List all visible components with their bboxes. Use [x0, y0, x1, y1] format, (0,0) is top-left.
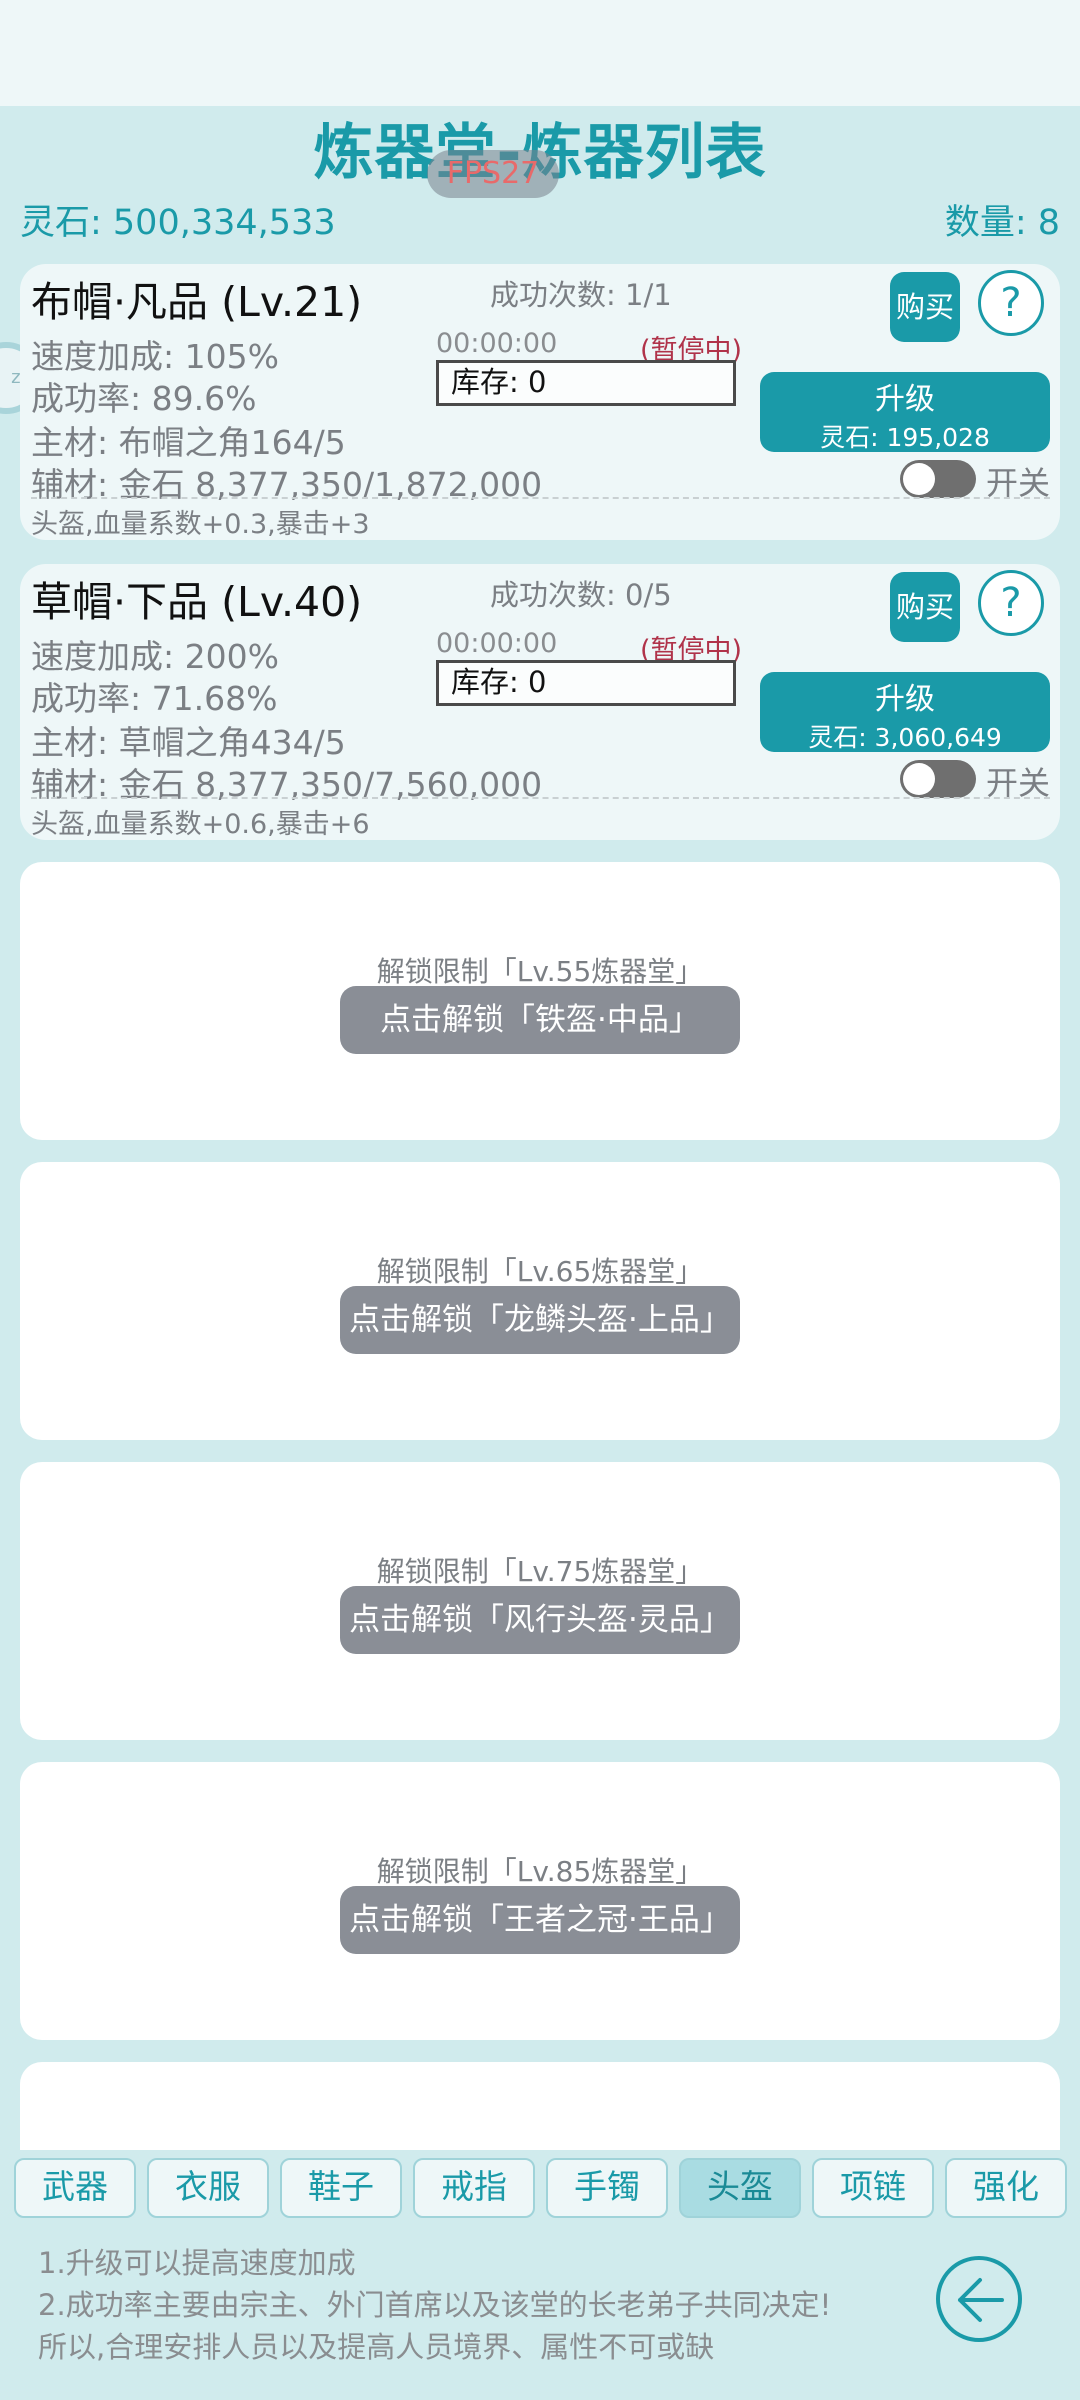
- upgrade-label: 升级: [875, 382, 935, 417]
- arrow-left-circle-icon: [958, 2278, 1004, 2322]
- stock-field: 库存: 0: [436, 360, 736, 406]
- forge-item-card: 布帽·凡品 (Lv.21) 成功次数: 1/1 速度加成: 105% 成功率: …: [20, 264, 1060, 540]
- tab-necklace[interactable]: 项链: [812, 2158, 934, 2218]
- tip-line: 1.升级可以提高速度加成: [38, 2246, 356, 2280]
- spirit-stone-balance: 灵石: 500,334,533: [20, 203, 336, 243]
- tab-shoes[interactable]: 鞋子: [280, 2158, 402, 2218]
- tab-bracelet[interactable]: 手镯: [546, 2158, 668, 2218]
- tips-text: 1.升级可以提高速度加成 2.成功率主要由宗主、外门首席以及该堂的长老弟子共同决…: [38, 2242, 831, 2368]
- success-count: 成功次数: 1/1: [490, 278, 672, 312]
- tip-line: 所以,合理安排人员以及提高人员境界、属性不可或缺: [38, 2330, 715, 2364]
- unlock-requirement: 解锁限制「Lv.75炼器堂」: [376, 1555, 704, 1588]
- unlock-requirement: 解锁限制「Lv.85炼器堂」: [376, 1855, 704, 1888]
- unlock-button[interactable]: 点击解锁「铁盔·中品」: [340, 986, 740, 1054]
- back-button[interactable]: [936, 2256, 1022, 2342]
- fps-badge: FPS27: [427, 150, 559, 198]
- auto-toggle[interactable]: [900, 760, 976, 798]
- locked-item-card: 解锁限制「Lv.55炼器堂」 点击解锁「铁盔·中品」: [20, 862, 1060, 1140]
- tab-helmet[interactable]: 头盔: [679, 2158, 801, 2218]
- upgrade-button[interactable]: 升级 灵石: 195,028: [760, 372, 1050, 452]
- item-effect: 头盔,血量系数+0.6,暴击+6: [31, 809, 370, 840]
- tab-ring[interactable]: 戒指: [413, 2158, 535, 2218]
- question-circle-icon[interactable]: ?: [978, 570, 1044, 636]
- locked-item-card: 解锁限制「Lv.65炼器堂」 点击解锁「龙鳞头盔·上品」: [20, 1162, 1060, 1440]
- item-name: 布帽·凡品 (Lv.21): [31, 278, 363, 326]
- upgrade-cost: 灵石: 195,028: [820, 423, 990, 452]
- unlock-button[interactable]: 点击解锁「龙鳞头盔·上品」: [340, 1286, 740, 1354]
- success-rate: 成功率: 71.68%: [31, 679, 278, 718]
- question-circle-icon[interactable]: ?: [978, 270, 1044, 336]
- tab-weapon[interactable]: 武器: [14, 2158, 136, 2218]
- buy-button[interactable]: 购买: [890, 572, 960, 642]
- speed-bonus: 速度加成: 105%: [31, 337, 279, 376]
- status-bar-area: [0, 0, 1080, 106]
- main-material: 主材: 布帽之角164/5: [31, 423, 346, 462]
- auto-toggle[interactable]: [900, 460, 976, 498]
- card-divider: [31, 797, 1050, 799]
- item-effect: 头盔,血量系数+0.3,暴击+3: [31, 509, 370, 540]
- locked-item-card: 解锁限制「Lv.85炼器堂」 点击解锁「王者之冠·王品」: [20, 1762, 1060, 2040]
- tab-clothes[interactable]: 衣服: [147, 2158, 269, 2218]
- unlock-requirement: 解锁限制「Lv.65炼器堂」: [376, 1255, 704, 1288]
- unlock-requirement: 解锁限制「Lv.55炼器堂」: [376, 955, 704, 988]
- upgrade-label: 升级: [875, 682, 935, 717]
- success-count: 成功次数: 0/5: [490, 578, 672, 612]
- unlock-button[interactable]: 点击解锁「风行头盔·灵品」: [340, 1586, 740, 1654]
- upgrade-button[interactable]: 升级 灵石: 3,060,649: [760, 672, 1050, 752]
- toggle-knob: [903, 763, 935, 795]
- toggle-knob: [903, 463, 935, 495]
- card-divider: [31, 497, 1050, 499]
- item-name: 草帽·下品 (Lv.40): [31, 578, 363, 626]
- locked-item-card: 解锁限制「Lv.75炼器堂」 点击解锁「风行头盔·灵品」: [20, 1462, 1060, 1740]
- category-tab-bar: 武器 衣服 鞋子 戒指 手镯 头盔 项链 强化: [0, 2150, 1080, 2218]
- success-rate: 成功率: 89.6%: [31, 379, 257, 418]
- main-material: 主材: 草帽之角434/5: [31, 723, 346, 762]
- craft-timer: 00:00:00: [436, 628, 558, 659]
- forge-item-card: 草帽·下品 (Lv.40) 成功次数: 0/5 速度加成: 200% 成功率: …: [20, 564, 1060, 840]
- buy-button[interactable]: 购买: [890, 272, 960, 342]
- locked-item-card-partial: [20, 2062, 1060, 2150]
- stock-field: 库存: 0: [436, 660, 736, 706]
- unlock-button[interactable]: 点击解锁「王者之冠·王品」: [340, 1886, 740, 1954]
- tab-enhance[interactable]: 强化: [945, 2158, 1067, 2218]
- speed-bonus: 速度加成: 200%: [31, 637, 279, 676]
- upgrade-cost: 灵石: 3,060,649: [808, 723, 1002, 752]
- item-count: 数量: 8: [944, 203, 1060, 243]
- tip-line: 2.成功率主要由宗主、外门首席以及该堂的长老弟子共同决定!: [38, 2288, 832, 2322]
- craft-timer: 00:00:00: [436, 328, 558, 359]
